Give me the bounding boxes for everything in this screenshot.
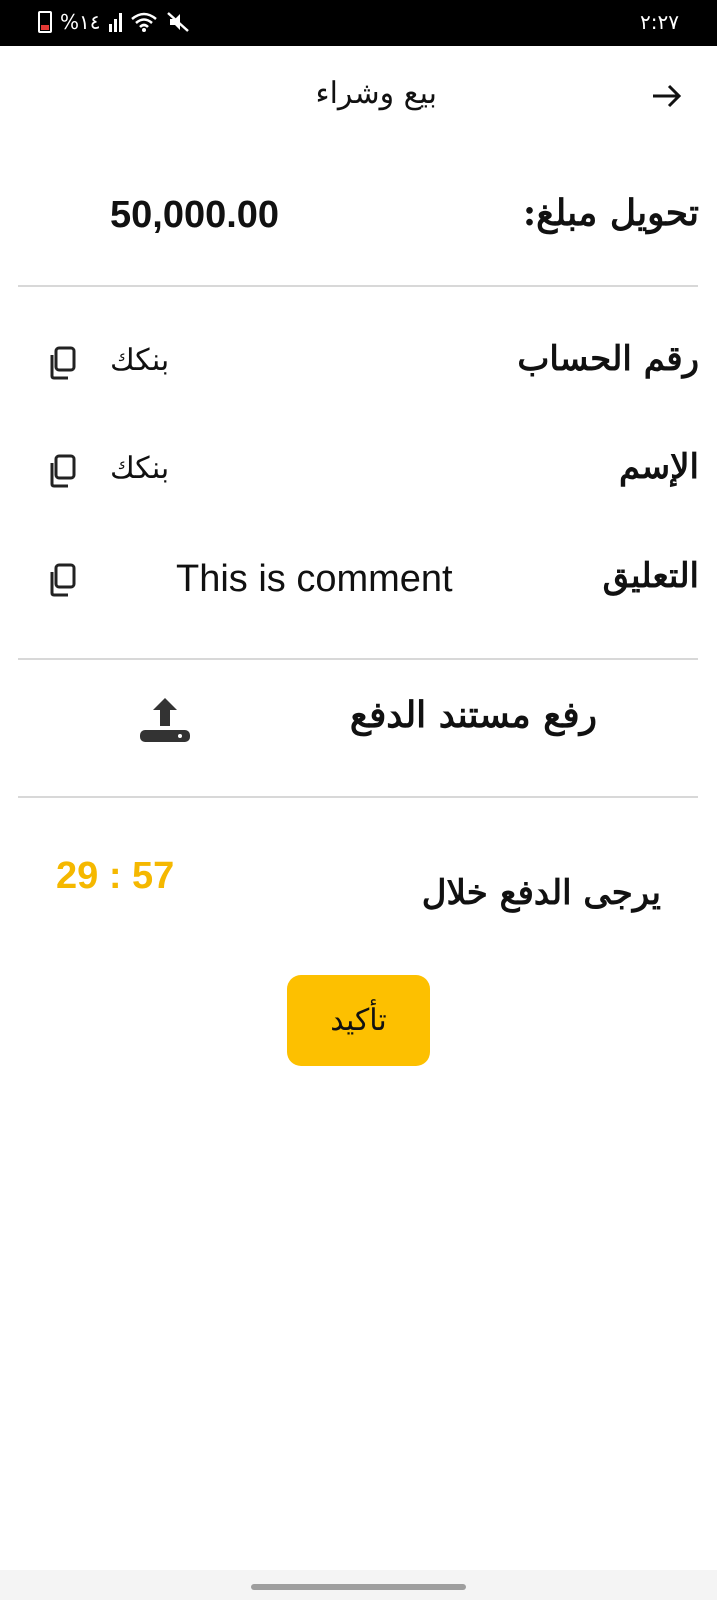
- comment-value: This is comment: [176, 558, 453, 600]
- wifi-icon: [130, 12, 157, 32]
- name-label: الإسم: [619, 447, 699, 487]
- navigation-bar: [0, 1570, 717, 1600]
- copy-icon[interactable]: [46, 345, 78, 381]
- app-header: بيع وشراء: [0, 46, 717, 150]
- divider: [18, 796, 698, 798]
- transfer-amount-row: تحويل مبلغ: 50,000.00: [0, 188, 717, 248]
- comment-label: التعليق: [602, 556, 699, 596]
- upload-payment-document[interactable]: رفع مستند الدفع: [0, 690, 717, 750]
- home-handle[interactable]: [251, 1584, 466, 1590]
- timer-label: يرجى الدفع خلال: [421, 873, 661, 913]
- name-value: بنكك: [110, 451, 170, 486]
- account-number-value: بنكك: [110, 343, 170, 378]
- comment-row: التعليق This is comment: [0, 552, 717, 612]
- transfer-amount-label: تحويل مبلغ:: [522, 192, 699, 234]
- payment-timer-row: يرجى الدفع خلال 29 : 57: [0, 855, 717, 925]
- signal-icon: [108, 12, 122, 32]
- divider: [18, 285, 698, 287]
- confirm-button[interactable]: تأكيد: [287, 975, 430, 1066]
- divider: [18, 658, 698, 660]
- upload-icon[interactable]: [138, 692, 192, 746]
- name-row: الإسم بنكك: [0, 443, 717, 503]
- copy-icon[interactable]: [46, 562, 78, 598]
- arrow-right-icon[interactable]: [647, 76, 687, 116]
- status-icons: %١٤: [38, 10, 190, 34]
- page-title: بيع وشراء: [315, 76, 437, 111]
- account-number-row: رقم الحساب بنكك: [0, 335, 717, 395]
- battery-icon: [38, 11, 52, 33]
- status-time: ٢:٢٧: [640, 10, 679, 34]
- mute-icon: [166, 12, 189, 32]
- battery-percent: %١٤: [60, 10, 101, 34]
- copy-icon[interactable]: [46, 453, 78, 489]
- countdown-timer: 29 : 57: [56, 855, 175, 897]
- account-number-label: رقم الحساب: [517, 339, 699, 379]
- transfer-amount-value: 50,000.00: [110, 194, 280, 236]
- upload-label: رفع مستند الدفع: [349, 694, 597, 736]
- status-bar: %١٤ ٢:٢٧: [0, 0, 717, 46]
